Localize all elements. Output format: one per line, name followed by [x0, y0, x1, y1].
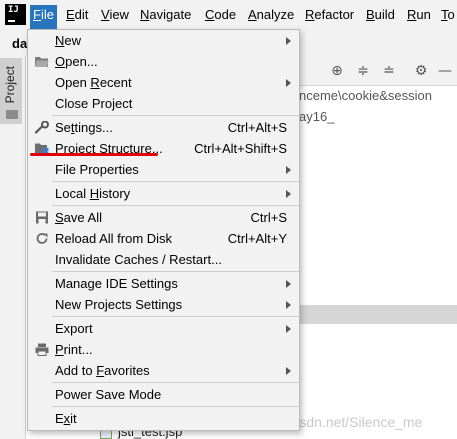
project-toolbar — [300, 56, 457, 86]
menu-separator — [52, 382, 299, 383]
submenu-arrow-icon — [286, 166, 291, 174]
minimize-icon[interactable]: — — [438, 64, 452, 78]
menu-item-new-projects-settings[interactable]: New Projects Settings — [29, 294, 299, 315]
submenu-arrow-icon — [286, 325, 291, 333]
menu-bar: IJ File Edit View Navigate Code Analyze … — [0, 0, 457, 30]
menu-separator — [52, 271, 299, 272]
tree-row-selected[interactable] — [300, 305, 457, 324]
menu-label: Edit — [66, 7, 89, 22]
menu-label: Build — [366, 7, 395, 22]
menu-item-manage-ide-settings[interactable]: Manage IDE Settings — [29, 273, 299, 294]
menu-item-new[interactable]: New — [29, 30, 299, 51]
menu-label: Code — [205, 7, 237, 22]
path-text: nceme\cookie&session — [299, 88, 432, 103]
menu-item-save-all[interactable]: Save All Ctrl+S — [29, 207, 299, 228]
submenu-arrow-icon — [286, 367, 291, 375]
file-menu-dropdown: New Open... Open Recent Close Project Se… — [27, 29, 300, 431]
menu-item-label: Print... — [55, 342, 93, 357]
menu-item-label: Open Recent — [55, 75, 132, 90]
menu-item-label: Reload All from Disk — [55, 231, 173, 246]
highlight-underline-annotation — [30, 153, 158, 156]
menu-item-power-save-mode[interactable]: Power Save Mode — [29, 384, 299, 405]
expand-all-icon[interactable]: ≑ — [356, 64, 370, 78]
menu-label: File — [33, 7, 54, 22]
menu-item-close-project[interactable]: Close Project — [29, 93, 299, 114]
menu-separator — [52, 205, 299, 206]
menu-item-label: Manage IDE Settings — [55, 276, 178, 291]
menu-item-open-recent[interactable]: Open Recent — [29, 72, 299, 93]
collapse-all-icon[interactable]: ≐ — [382, 64, 396, 78]
menu-item-invalidate-caches[interactable]: Invalidate Caches / Restart... — [29, 249, 299, 270]
refresh-icon — [36, 233, 48, 244]
path-text: ay16_ — [299, 109, 335, 124]
menu-item-label: Open... — [55, 54, 98, 69]
menu-label: Navigate — [140, 7, 192, 22]
menu-tools[interactable]: To — [438, 5, 457, 25]
menu-item-label: Local History — [55, 186, 131, 201]
menu-item-exit[interactable]: Exit — [29, 408, 299, 429]
submenu-arrow-icon — [286, 190, 291, 198]
menu-build[interactable]: Build — [363, 5, 398, 25]
menu-separator — [52, 316, 299, 317]
menu-label: Refactor — [305, 7, 355, 22]
menu-item-open[interactable]: Open... — [29, 51, 299, 72]
project-tool-tab-label: Project — [3, 66, 17, 104]
folder-open-icon — [35, 57, 49, 67]
menu-item-label: Exit — [55, 411, 77, 426]
menu-view[interactable]: View — [98, 5, 132, 25]
menu-label: View — [101, 7, 129, 22]
menu-item-add-to-favorites[interactable]: Add to Favorites — [29, 360, 299, 381]
menu-code[interactable]: Code — [202, 5, 239, 25]
menu-item-file-properties[interactable]: File Properties — [29, 159, 299, 180]
menu-item-label: Save All — [55, 210, 102, 225]
menu-refactor[interactable]: Refactor — [302, 5, 357, 25]
menu-item-label: Export — [55, 321, 93, 336]
menu-item-label: Close Project — [55, 96, 133, 111]
menu-item-label: File Properties — [55, 162, 139, 177]
menu-label: Analyze — [248, 7, 295, 22]
wrench-icon — [35, 121, 49, 134]
menu-edit[interactable]: Edit — [63, 5, 91, 25]
intellij-logo-icon[interactable]: IJ — [5, 4, 26, 25]
menu-navigate[interactable]: Navigate — [137, 5, 194, 25]
menu-item-label: New — [55, 33, 82, 48]
menu-item-local-history[interactable]: Local History — [29, 183, 299, 204]
menu-item-settings[interactable]: Settings... Ctrl+Alt+S — [29, 117, 299, 138]
submenu-arrow-icon — [286, 280, 291, 288]
menu-item-export[interactable]: Export — [29, 318, 299, 339]
submenu-arrow-icon — [286, 79, 291, 87]
menu-separator — [52, 181, 299, 182]
menu-item-label: Invalidate Caches / Restart... — [55, 252, 222, 267]
submenu-arrow-icon — [286, 37, 291, 45]
menu-item-print[interactable]: Print... — [29, 339, 299, 360]
gear-icon[interactable]: ⚙ — [414, 64, 428, 78]
printer-icon — [35, 343, 49, 356]
folder-icon — [6, 110, 18, 119]
menu-run[interactable]: Run — [404, 5, 434, 25]
menu-separator — [52, 406, 299, 407]
menu-item-label: Settings... — [55, 120, 113, 135]
menu-separator — [52, 115, 299, 116]
menu-label: Run — [407, 7, 431, 22]
menu-item-reload-all[interactable]: Reload All from Disk Ctrl+Alt+Y — [29, 228, 299, 249]
save-icon — [36, 211, 48, 224]
menu-file[interactable]: File — [30, 5, 57, 30]
menu-item-label: Add to Favorites — [55, 363, 150, 378]
menu-analyze[interactable]: Analyze — [245, 5, 297, 25]
menu-label: To — [441, 7, 455, 22]
menu-item-label: Power Save Mode — [55, 387, 162, 402]
locate-icon[interactable]: ⊕ — [330, 64, 344, 78]
menu-item-label: New Projects Settings — [55, 297, 183, 312]
submenu-arrow-icon — [286, 301, 291, 309]
